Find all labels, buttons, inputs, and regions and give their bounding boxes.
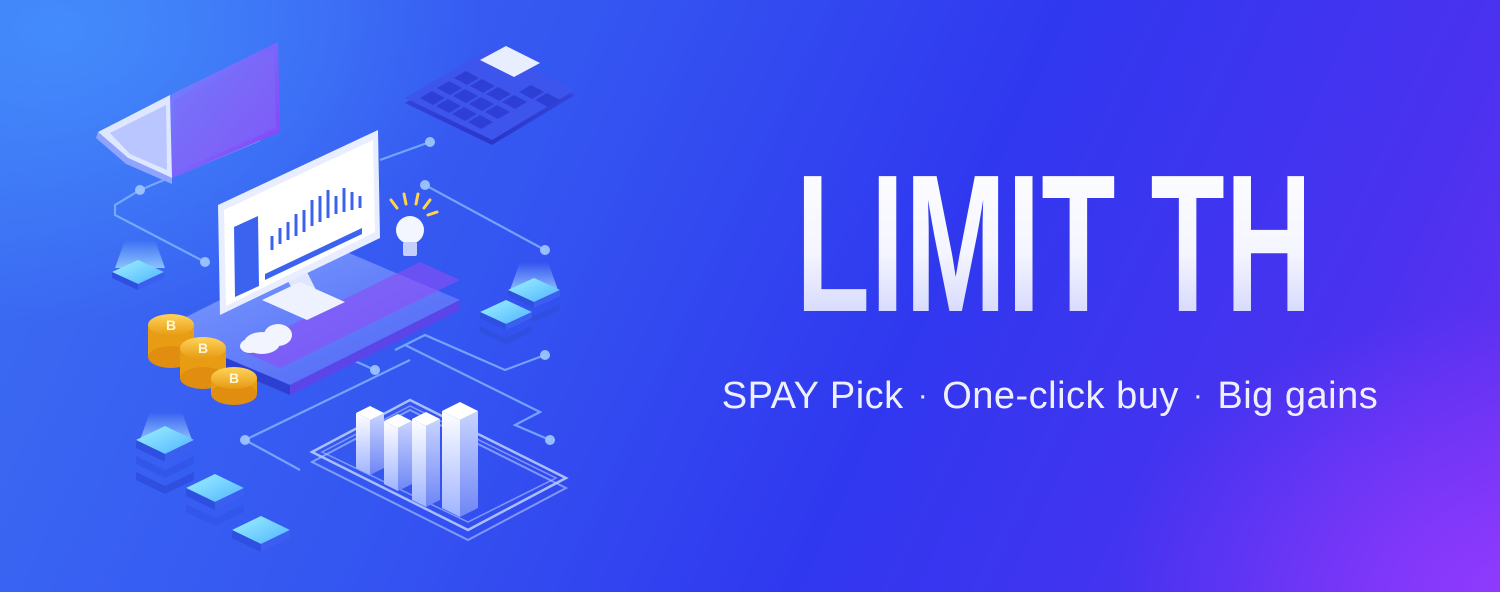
coin-letter: B <box>229 370 239 386</box>
server-stack-icon <box>112 240 165 290</box>
coin-letter: B <box>198 340 208 356</box>
tagline-part-2: One-click buy <box>942 375 1179 417</box>
tagline-part-1: SPAY Pick <box>721 375 904 417</box>
tagline: SPAY Pick · One-click buy · Big gains <box>640 372 1460 423</box>
coin-letter: B <box>166 317 176 333</box>
bar-chart-icon <box>309 398 569 542</box>
headline: LIMIT THE RAISE <box>795 134 1500 353</box>
fintech-illustration: B B B <box>96 42 575 552</box>
tagline-separator: · <box>917 379 929 412</box>
calculator-icon <box>405 46 575 145</box>
lightbulb-icon <box>389 192 439 256</box>
laptop-icon <box>96 42 280 184</box>
server-stack-icon <box>136 412 290 552</box>
tagline-part-3: Big gains <box>1217 375 1379 417</box>
tagline-separator: · <box>1192 379 1204 412</box>
server-stack-icon <box>480 262 560 344</box>
promo-banner: B B B LIMIT THE SPAY Pick · One-click bu… <box>0 0 1500 592</box>
